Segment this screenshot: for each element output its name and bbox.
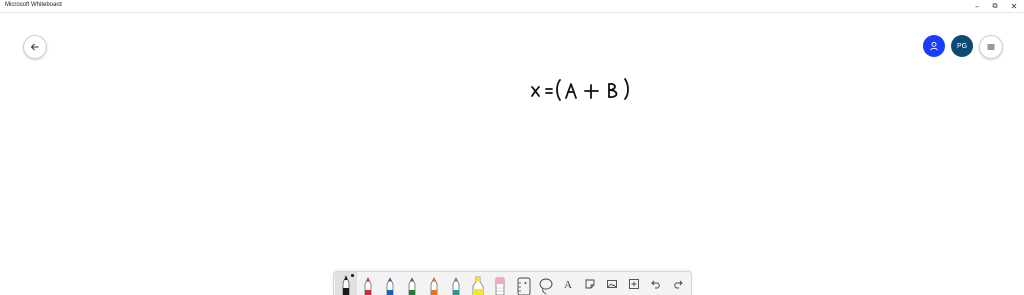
pen-icon — [408, 277, 416, 295]
note-button[interactable] — [579, 272, 601, 295]
pen-icon — [342, 275, 350, 295]
person-icon — [930, 41, 938, 51]
undo-button[interactable] — [645, 272, 667, 295]
lasso-icon — [539, 278, 553, 295]
text-icon: A — [564, 278, 572, 291]
note-icon — [585, 279, 595, 288]
ruler-icon — [517, 277, 531, 295]
avatar-initials: PG — [956, 42, 968, 50]
black-pen-button[interactable] — [335, 272, 357, 295]
orange-pen-button[interactable] — [423, 272, 445, 295]
arrow-left-icon — [30, 43, 39, 51]
highlighter-icon — [472, 276, 484, 295]
hamburger-icon — [987, 44, 995, 50]
selected-indicator — [351, 274, 354, 277]
highlighter-button[interactable] — [467, 272, 489, 295]
insert-icon — [629, 278, 639, 289]
red-pen-button[interactable] — [357, 272, 379, 295]
image-icon — [607, 279, 617, 288]
close-button[interactable]: ✕ — [1003, 0, 1024, 12]
redo-icon — [674, 280, 683, 288]
text-button[interactable]: A — [557, 272, 579, 295]
user-avatar[interactable]: PG — [951, 35, 973, 57]
pen-icon — [452, 277, 460, 295]
green-pen-button[interactable] — [401, 272, 423, 295]
eraser-button[interactable] — [489, 272, 511, 295]
pen-icon — [386, 277, 394, 295]
image-button[interactable] — [601, 272, 623, 295]
ink-stroke-group[interactable] — [526, 75, 636, 105]
undo-icon — [651, 280, 660, 288]
app-title: Microsoft Whiteboard — [5, 2, 62, 8]
menu-button[interactable] — [979, 35, 1003, 59]
ruler-button[interactable] — [513, 272, 535, 295]
pen-icon — [430, 277, 438, 295]
redo-button[interactable] — [667, 272, 689, 295]
title-bar: Microsoft Whiteboard – ⧉ ✕ — [0, 0, 1024, 13]
ink-toolbar: A — [333, 271, 692, 295]
lasso-select-button[interactable] — [535, 272, 557, 295]
back-button[interactable] — [23, 35, 47, 59]
insert-button[interactable] — [623, 272, 645, 295]
blue-pen-button[interactable] — [379, 272, 401, 295]
eraser-icon — [495, 277, 505, 295]
share-button[interactable] — [923, 35, 945, 57]
teal-pen-button[interactable] — [445, 272, 467, 295]
pen-icon — [364, 277, 372, 295]
whiteboard-canvas[interactable]: PG — [0, 13, 1024, 294]
